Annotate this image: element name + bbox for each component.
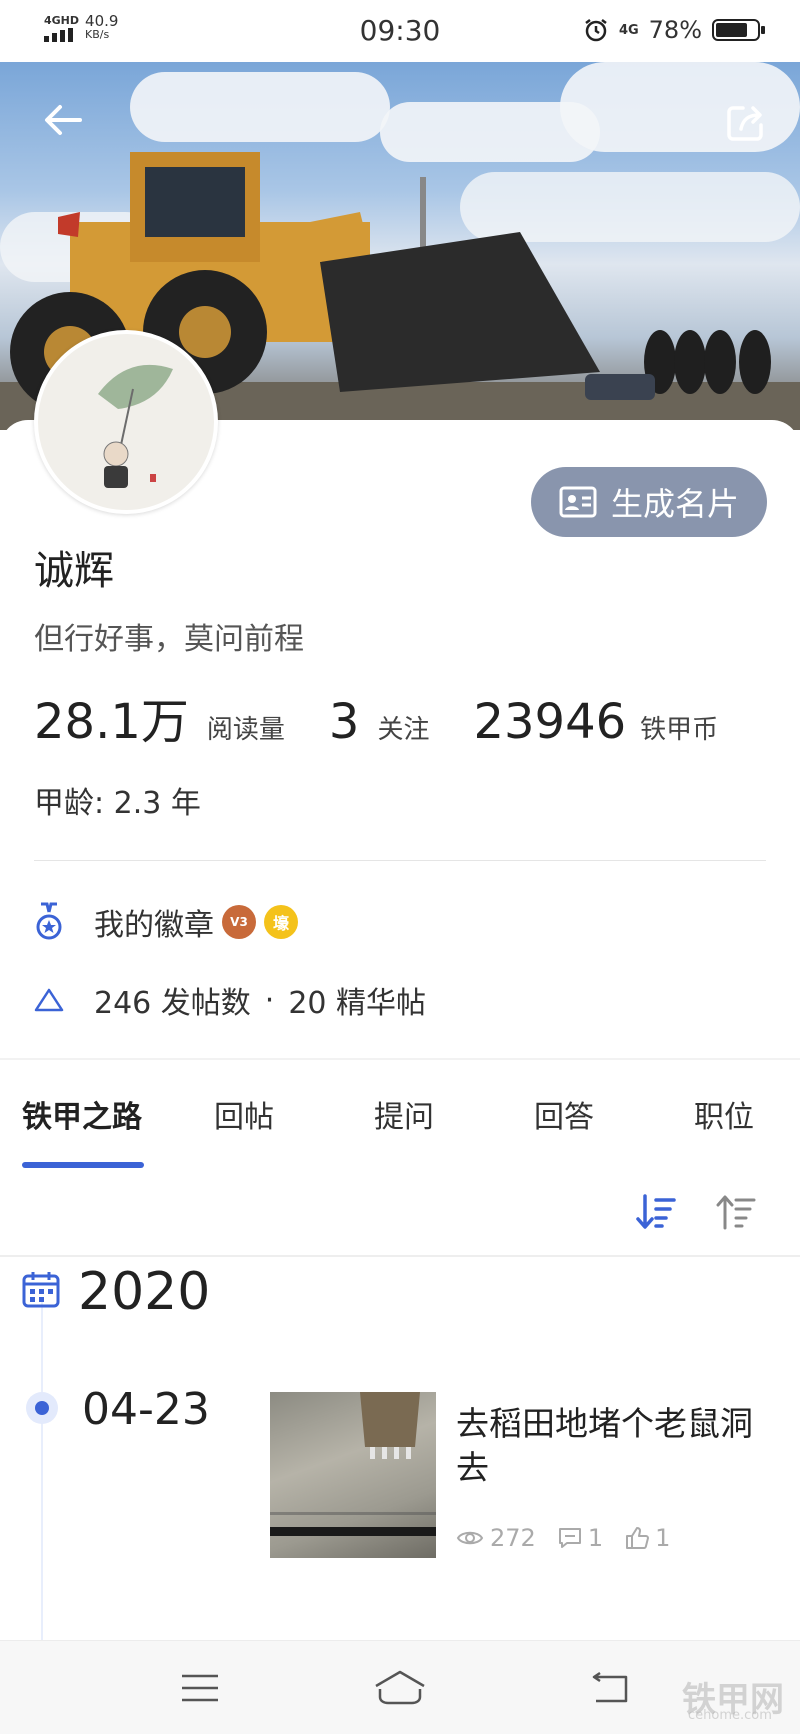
avatar[interactable] <box>34 330 218 514</box>
timeline-line <box>41 1300 43 1640</box>
sort-ascending-button[interactable] <box>716 1192 760 1232</box>
return-icon <box>592 1671 628 1703</box>
share-button[interactable] <box>722 100 768 146</box>
stat-follow-value[interactable]: 3 <box>329 694 360 750</box>
system-nav-bar <box>0 1640 800 1734</box>
divider <box>0 1255 800 1257</box>
badges-label: 我的徽章 <box>94 908 214 943</box>
tab-bar: 铁甲之路 回帖 提问 回答 职位 <box>0 1092 800 1162</box>
home-nav-button[interactable] <box>370 1663 430 1713</box>
triangle-icon <box>34 988 64 1012</box>
divider <box>34 860 766 861</box>
stat-reads-label: 阅读量 <box>206 715 285 745</box>
post-count: 246 发帖数 <box>94 986 251 1021</box>
badge-coin-icon: 壕 <box>264 905 298 939</box>
likes-count: 1 <box>655 1524 671 1552</box>
tab-questions[interactable]: 提问 <box>374 1092 434 1136</box>
stats-separator: · <box>264 982 275 1018</box>
tab-tiejia-road[interactable]: 铁甲之路 <box>22 1092 142 1136</box>
views-count: 272 <box>490 1524 536 1552</box>
badge-v3-icon: V3 <box>222 905 256 939</box>
menu-nav-button[interactable] <box>170 1663 230 1713</box>
home-icon <box>375 1670 425 1705</box>
comment-icon <box>558 1528 581 1548</box>
menu-icon <box>182 1674 218 1702</box>
stat-coins-label: 铁甲币 <box>640 715 719 745</box>
battery-percent: 78% <box>648 16 702 44</box>
badges-row[interactable]: 我的徽章 V3 壕 <box>34 900 298 944</box>
timeline-dot <box>35 1401 49 1415</box>
entry-date: 04-23 <box>82 1384 210 1435</box>
stat-reads-value: 28.1万 <box>34 694 189 750</box>
comments-count: 1 <box>587 1524 604 1552</box>
badge-coin-text: 壕 <box>272 914 289 933</box>
back-button[interactable] <box>38 98 88 142</box>
user-name: 诚辉 <box>34 548 114 594</box>
sort-ascending-icon <box>716 1195 756 1230</box>
id-card-icon <box>559 486 597 518</box>
section-divider <box>0 1058 800 1060</box>
comments-stat: 1 <box>558 1524 603 1552</box>
tab-indicator <box>22 1162 144 1168</box>
share-icon <box>727 106 763 141</box>
eye-icon <box>456 1531 484 1545</box>
excavator-bucket-image <box>270 1392 436 1536</box>
likes-stat[interactable]: 1 <box>625 1524 670 1552</box>
post-thumbnail[interactable] <box>270 1392 436 1558</box>
avatar-illustration <box>98 364 173 488</box>
generate-card-button[interactable]: 生成名片 <box>531 467 767 537</box>
stat-coins-value: 23946 <box>473 694 627 750</box>
stat-follow-label[interactable]: 关注 <box>377 709 429 746</box>
views-stat: 272 <box>456 1524 536 1552</box>
back-nav-button[interactable] <box>580 1663 640 1713</box>
arrow-left-icon <box>45 105 82 135</box>
sort-descending-icon <box>636 1194 676 1229</box>
signal-4g-label: 4G <box>618 22 639 38</box>
stats-row: 28.1万 阅读量 3 关注 23946 铁甲币 <box>34 682 718 752</box>
timeline-year: 2020 <box>78 1262 211 1322</box>
tab-jobs[interactable]: 职位 <box>694 1092 754 1136</box>
thumbs-up-icon <box>626 1527 650 1549</box>
status-bar: 4GHD 40.9 KB/s 09:30 4G 78% <box>0 0 800 62</box>
featured-count: 20 精华帖 <box>288 986 427 1021</box>
posts-row: 246 发帖数 · 20 精华帖 <box>34 978 426 1022</box>
badge-v3-text: V3 <box>230 915 248 929</box>
generate-card-label: 生成名片 <box>610 485 739 523</box>
post-meta: 272 1 1 <box>456 1524 692 1552</box>
alarm-icon <box>585 19 607 42</box>
status-right: 4G 78% <box>583 16 765 44</box>
medal-icon <box>36 902 62 940</box>
tab-answers[interactable]: 回答 <box>534 1092 594 1136</box>
post-title[interactable]: 去稻田地堵个老鼠洞去 <box>456 1402 776 1490</box>
watermark-sub: cehome.com <box>688 1708 772 1723</box>
sort-descending-button[interactable] <box>636 1192 680 1232</box>
user-motto: 但行好事，莫问前程 <box>34 622 304 657</box>
account-age: 甲龄: 2.3 年 <box>34 786 201 821</box>
tab-replies[interactable]: 回帖 <box>214 1092 274 1136</box>
calendar-icon <box>22 1270 60 1308</box>
battery-icon <box>712 19 765 41</box>
